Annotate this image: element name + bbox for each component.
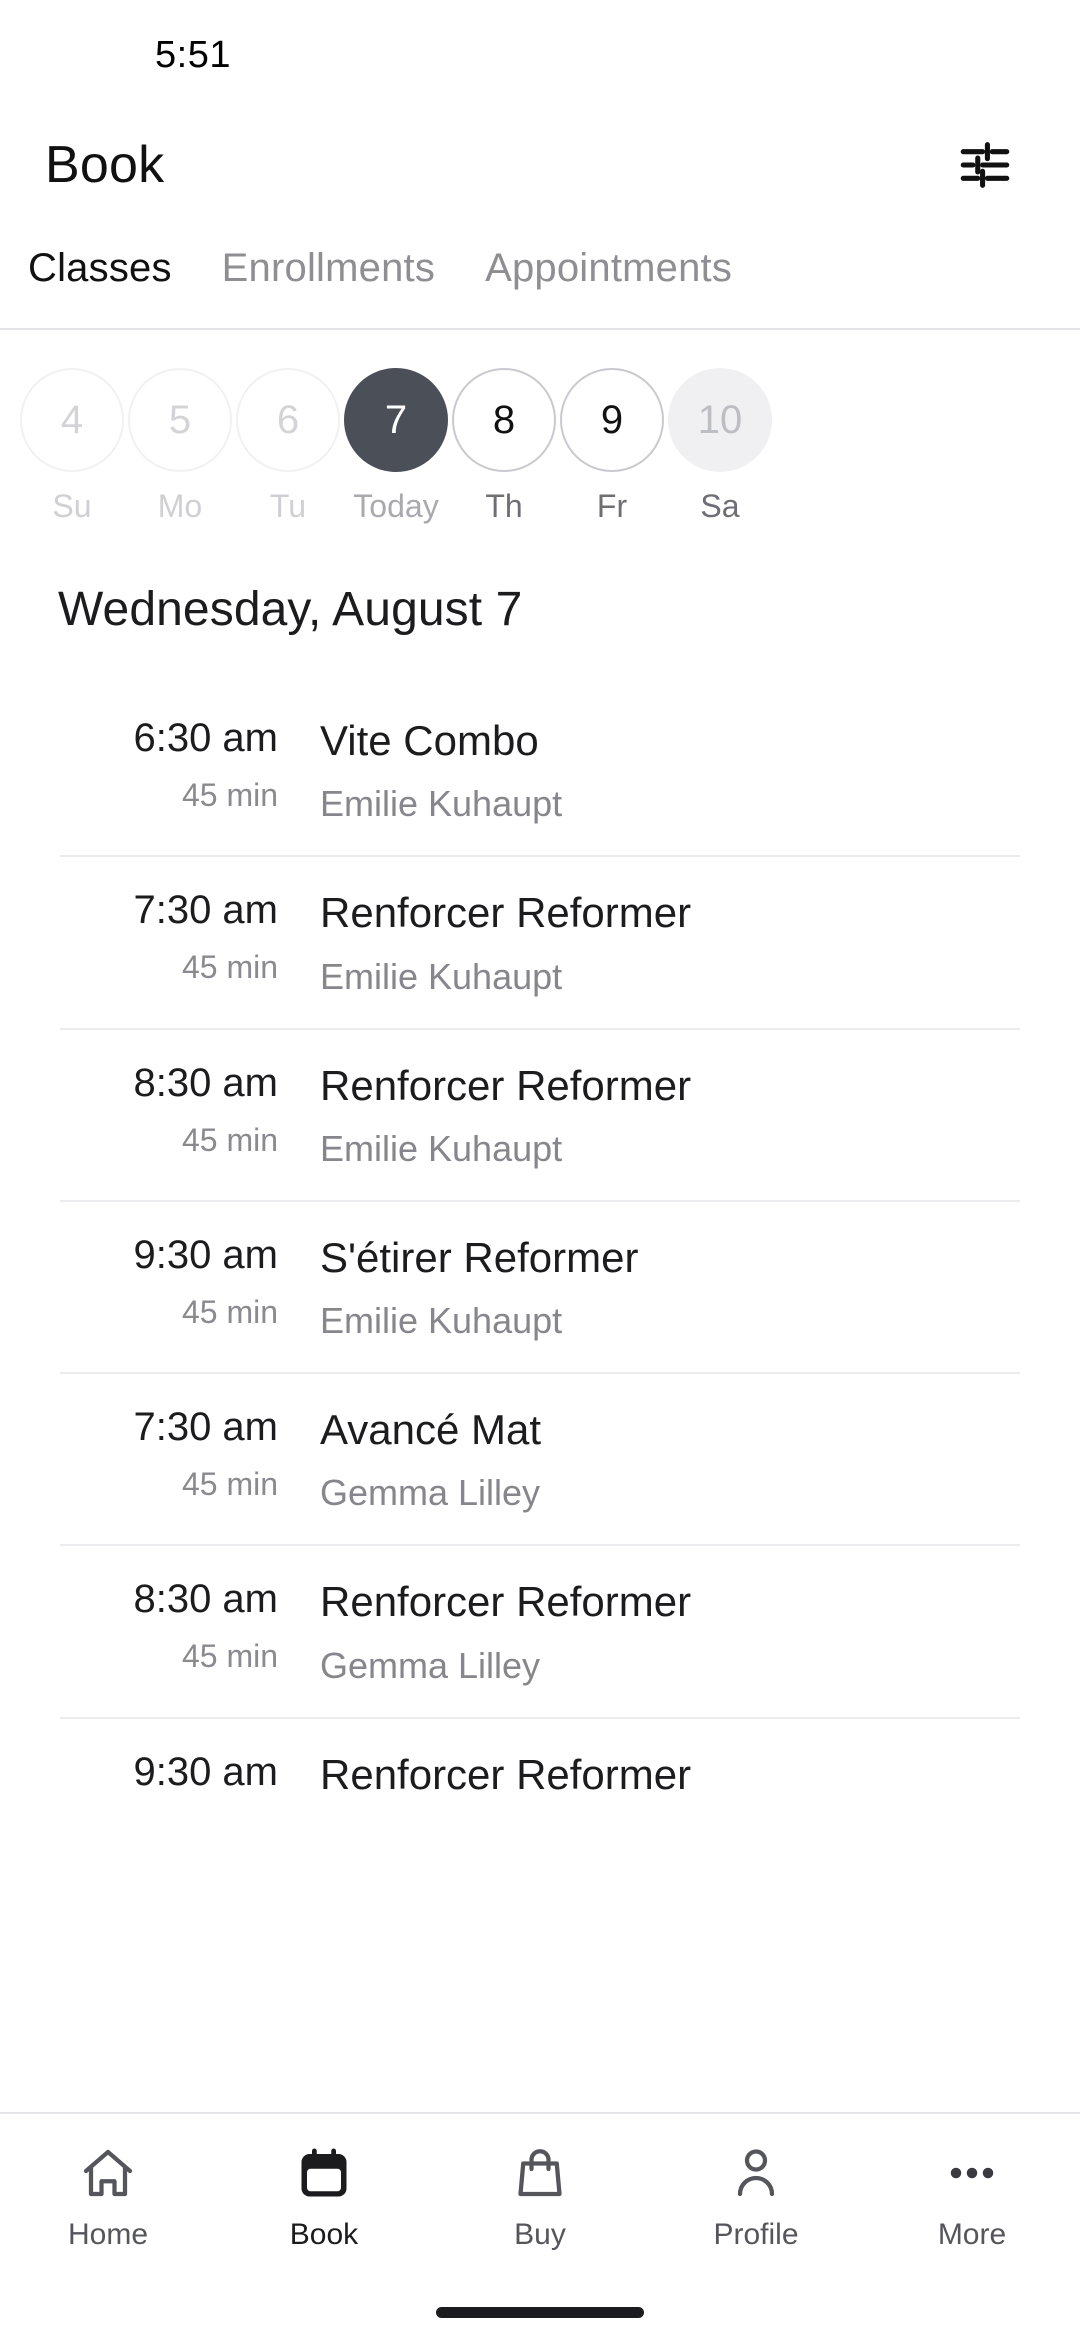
- class-name: Renforcer Reformer: [320, 1061, 692, 1109]
- app-screen: 5:51 Book Classes Enrollments Appointmen…: [0, 0, 1080, 2340]
- class-info-column: Avancé Mat Gemma Lilley: [320, 1404, 1020, 1514]
- date-cell-7-today[interactable]: 7 Today: [344, 368, 448, 525]
- class-start-time: 8:30 am: [133, 1060, 278, 1105]
- nav-item-more[interactable]: More: [864, 2140, 1080, 2252]
- class-info-column: Renforcer Reformer Gemma Lilley: [320, 1576, 1020, 1686]
- date-cell-8[interactable]: 8 Th: [452, 368, 556, 525]
- nav-item-buy[interactable]: Buy: [432, 2140, 648, 2252]
- class-time-column: 6:30 am 45 min: [60, 715, 320, 814]
- date-weekday: Tu: [269, 488, 307, 524]
- class-start-time: 6:30 am: [133, 716, 278, 760]
- tab-classes[interactable]: Classes: [28, 246, 172, 291]
- table-row[interactable]: 7:30 am 45 min Renforcer Reformer Emilie…: [60, 855, 1020, 1027]
- class-time-column: 7:30 am 45 min: [60, 887, 320, 986]
- day-heading: Wednesday, August 7: [58, 583, 523, 636]
- date-weekday: Fr: [596, 488, 628, 524]
- nav-item-book[interactable]: Book: [216, 2140, 432, 2252]
- date-cell-4[interactable]: 4 Su: [20, 368, 124, 525]
- class-duration: 45 min: [181, 777, 278, 813]
- class-info-column: Renforcer Reformer Emilie Kuhaupt: [320, 1060, 1020, 1170]
- date-weekday: Sa: [700, 488, 740, 524]
- date-number: 4: [20, 368, 124, 472]
- calendar-icon: [294, 2140, 354, 2206]
- page-title: Book: [45, 136, 165, 194]
- nav-label: More: [937, 2218, 1007, 2251]
- tab-enrollments[interactable]: Enrollments: [222, 246, 435, 291]
- date-cell-9[interactable]: 9 Fr: [560, 368, 664, 525]
- nav-label: Book: [289, 2218, 359, 2251]
- home-indicator: [436, 2307, 644, 2318]
- class-info-column: Renforcer Reformer Emilie Kuhaupt: [320, 887, 1020, 997]
- filter-button[interactable]: [950, 130, 1020, 200]
- class-name: Vite Combo: [320, 717, 539, 764]
- ellipsis-icon: [942, 2140, 1002, 2206]
- date-number: 10: [668, 368, 772, 472]
- date-number: 6: [236, 368, 340, 472]
- class-instructor: Emilie Kuhaupt: [320, 783, 563, 825]
- class-instructor: Emilie Kuhaupt: [320, 955, 563, 997]
- nav-item-home[interactable]: Home: [0, 2140, 216, 2252]
- class-time-column: 9:30 am 45 min: [60, 1232, 320, 1331]
- date-weekday: Mo: [157, 488, 203, 524]
- person-icon: [726, 2140, 786, 2206]
- date-cell-10[interactable]: 10 Sa: [668, 368, 772, 525]
- class-time-column: 7:30 am 45 min: [60, 1404, 320, 1503]
- class-instructor: Gemma Lilley: [320, 1472, 541, 1514]
- table-row[interactable]: 8:30 am 45 min Renforcer Reformer Emilie…: [60, 1027, 1020, 1200]
- date-number: 5: [128, 368, 232, 472]
- table-row[interactable]: 8:30 am 45 min Renforcer Reformer Gemma …: [60, 1544, 1020, 1716]
- nav-label: Profile: [713, 2218, 799, 2251]
- class-name: S'étirer Reformer: [320, 1233, 639, 1281]
- class-duration: 45 min: [181, 1293, 278, 1330]
- tab-appointments[interactable]: Appointments: [485, 246, 732, 291]
- date-number: 8: [452, 368, 556, 472]
- bottom-navigation: Home Book Buy Profile More: [0, 2112, 1080, 2340]
- table-row[interactable]: 6:30 am 45 min Vite Combo Emilie Kuhaupt: [60, 685, 1020, 855]
- class-time-column: 8:30 am 45 min: [60, 1060, 320, 1159]
- class-info-column: Renforcer Reformer: [320, 1749, 1020, 1817]
- class-name: Renforcer Reformer: [320, 889, 692, 937]
- class-info-column: Vite Combo Emilie Kuhaupt: [320, 715, 1020, 825]
- nav-item-profile[interactable]: Profile: [648, 2140, 864, 2252]
- class-start-time: 9:30 am: [133, 1749, 278, 1794]
- class-start-time: 7:30 am: [133, 888, 278, 933]
- class-duration: 45 min: [181, 1121, 278, 1158]
- class-time-column: 9:30 am: [60, 1749, 320, 1811]
- date-strip[interactable]: 4 Su 5 Mo 6 Tu 7 Today 8 Th 9 Fr 10 Sa: [0, 330, 1080, 524]
- class-info-column: S'étirer Reformer Emilie Kuhaupt: [320, 1232, 1020, 1342]
- date-cell-5[interactable]: 5 Mo: [128, 368, 232, 525]
- date-number: 7: [344, 368, 448, 472]
- house-icon: [78, 2140, 138, 2206]
- status-bar: 5:51: [0, 0, 1080, 110]
- table-row[interactable]: 9:30 am 45 min S'étirer Reformer Emilie …: [60, 1199, 1020, 1372]
- shopping-bag-icon: [510, 2140, 570, 2206]
- table-row[interactable]: 7:30 am 45 min Avancé Mat Gemma Lilley: [60, 1372, 1020, 1544]
- class-duration: 45 min: [181, 1466, 278, 1503]
- status-time: 5:51: [155, 33, 231, 76]
- tab-bar: Classes Enrollments Appointments: [0, 220, 1080, 330]
- date-weekday: Su: [52, 488, 92, 524]
- nav-label: Home: [67, 2218, 149, 2251]
- class-name: Avancé Mat: [320, 1406, 542, 1454]
- date-weekday: Th: [485, 488, 523, 524]
- class-instructor: Emilie Kuhaupt: [320, 1300, 563, 1342]
- date-weekday: Today: [353, 488, 439, 524]
- class-start-time: 9:30 am: [133, 1232, 278, 1277]
- class-time-column: 8:30 am 45 min: [60, 1576, 320, 1675]
- class-start-time: 8:30 am: [133, 1577, 278, 1622]
- class-duration: 45 min: [181, 1638, 278, 1675]
- table-row[interactable]: 9:30 am Renforcer Reformer: [60, 1716, 1020, 1847]
- app-header: Book: [0, 110, 1080, 220]
- nav-label: Buy: [514, 2218, 566, 2251]
- class-duration: 45 min: [181, 949, 278, 986]
- date-cell-6[interactable]: 6 Tu: [236, 368, 340, 525]
- tune-filter-icon: [960, 142, 1010, 188]
- class-start-time: 7:30 am: [133, 1405, 278, 1450]
- class-name: Renforcer Reformer: [320, 1750, 692, 1798]
- date-number: 9: [560, 368, 664, 472]
- class-name: Renforcer Reformer: [320, 1578, 692, 1626]
- class-instructor: Emilie Kuhaupt: [320, 1127, 563, 1169]
- class-instructor: Gemma Lilley: [320, 1644, 541, 1686]
- class-list: 6:30 am 45 min Vite Combo Emilie Kuhaupt…: [0, 685, 1080, 1847]
